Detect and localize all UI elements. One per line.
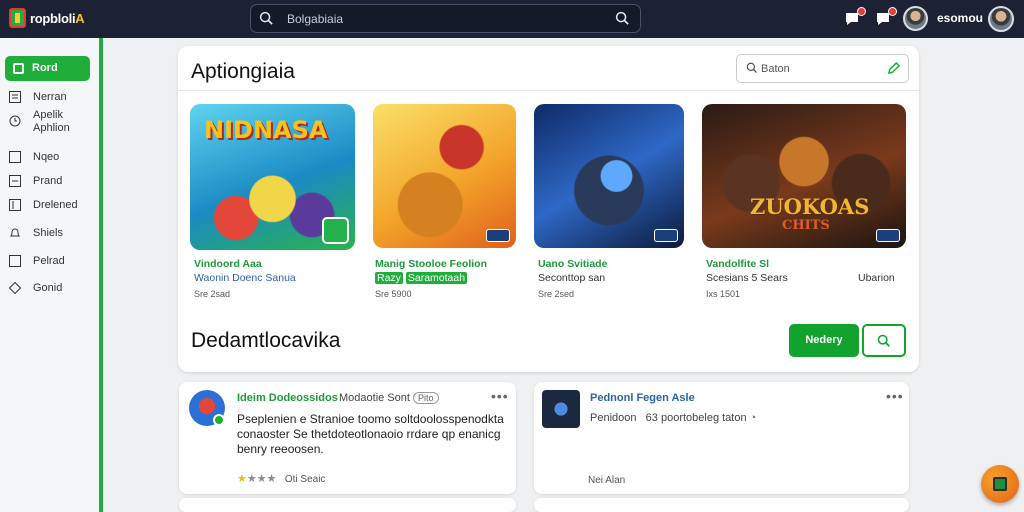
square-icon [9, 151, 21, 163]
post-rating: ★★★★ Oti Seaic [237, 473, 326, 485]
list-icon [9, 175, 21, 187]
app-logo[interactable]: ropbloliA [9, 8, 85, 28]
info-icon: ◔ [749, 412, 757, 424]
game-title[interactable]: Vandolfite Sl [706, 258, 769, 270]
game-subtitle: Razy Saramotaah [375, 272, 468, 284]
message-badge [888, 7, 897, 16]
star-icon: ★ [237, 473, 247, 485]
post-subtitle: Penidoon 63 poortobeleg taton ◔ [590, 412, 757, 424]
panel-search-input[interactable]: Baton [736, 54, 909, 83]
sidebar-item-label: Prand [33, 175, 63, 187]
badge-icon [876, 229, 900, 242]
game-subtitle: Waonin Doenc Sanua [194, 272, 296, 284]
game-title[interactable]: Uano Svitiade [538, 258, 607, 270]
edit-icon[interactable] [887, 62, 900, 75]
star-icon: ★ [256, 473, 267, 485]
messages-icon[interactable] [875, 7, 897, 26]
post-meta: Nei Alan [588, 475, 626, 486]
section-primary-button[interactable]: Nedery [789, 324, 859, 357]
game-subtitle: Scesians 5 Sears [706, 272, 788, 284]
top-bar: ropbloliA Bolgabiaia esomou [0, 0, 1024, 38]
logo-icon [9, 8, 26, 28]
feed-post[interactable] [179, 498, 516, 512]
more-options-icon[interactable]: ••• [491, 388, 509, 404]
game-card[interactable]: NIDNASA Vindoord Aaa Waonin Doenc Sanua … [190, 104, 355, 299]
sidebar-item-home[interactable]: Rord [5, 56, 90, 81]
game-thumbnail[interactable] [373, 104, 516, 248]
floating-action-button[interactable] [981, 465, 1019, 503]
post-subtitle: Modaotie Sont Pito [339, 392, 439, 404]
game-title[interactable]: Manig Stooloe Feolion [375, 258, 487, 270]
game-art-subtitle: CHITS [782, 218, 830, 233]
game-art-title: ZUOKOAS [750, 194, 870, 219]
more-options-icon[interactable]: ••• [886, 388, 904, 404]
badge-icon [486, 229, 510, 242]
notifications-icon[interactable] [844, 7, 866, 26]
sidebar-item-label: Drelened [33, 199, 78, 211]
post-body: Pseplenien e Stranioe toomo soltdoolossp… [237, 412, 504, 456]
clock-icon [9, 115, 21, 127]
book-icon [993, 477, 1007, 491]
profile-avatar[interactable] [988, 6, 1014, 32]
sidebar-item-label: Pelrad [33, 255, 65, 267]
feed-post[interactable]: Ideim Dodeossidos Modaotie Sont Pito •••… [179, 382, 516, 494]
game-thumbnail[interactable]: NIDNASA [190, 104, 355, 250]
diamond-icon [9, 282, 21, 294]
game-card[interactable]: ZUOKOAS CHITS Vandolfite Sl Scesians 5 S… [702, 104, 906, 299]
global-search-placeholder: Bolgabiaia [287, 12, 344, 26]
game-card[interactable]: Manig Stooloe Feolion Razy Saramotaah Sr… [373, 104, 516, 299]
square-icon [13, 63, 24, 74]
game-title[interactable]: Vindoord Aaa [194, 258, 262, 270]
square-icon [9, 255, 21, 267]
sidebar-item-label: Gonid [33, 282, 63, 294]
global-search[interactable]: Bolgabiaia [250, 4, 641, 33]
logo-text: ropbloliA [30, 10, 85, 26]
post-title[interactable]: Pednonl Fegen Asle [590, 392, 695, 404]
sidebar-item-label: Nerran [33, 91, 67, 103]
book-icon [9, 199, 21, 211]
post-title[interactable]: Ideim Dodeossidos [237, 392, 338, 404]
list-icon [9, 91, 21, 103]
sidebar-item-label: Shiels [33, 227, 63, 239]
search-icon [259, 11, 273, 25]
notification-badge [857, 7, 866, 16]
panel-search-placeholder: Baton [761, 63, 790, 75]
search-icon [746, 62, 757, 73]
username[interactable]: esomou [937, 11, 983, 25]
feed-post[interactable]: Pednonl Fegen Asle Penidoon 63 poortobel… [534, 382, 909, 494]
sidebar-item-label: Apelik Aphlion [33, 109, 70, 134]
star-icon: ★ [266, 473, 277, 485]
sidebar-item-label: Rord [32, 62, 58, 74]
game-meta: Sre 2sed [538, 289, 575, 299]
game-thumbnail[interactable] [534, 104, 684, 248]
game-subtitle: Seconttop san [538, 272, 606, 284]
verified-icon [213, 414, 225, 426]
play-icon[interactable] [322, 217, 349, 244]
game-meta: Ixs 1501 [706, 289, 741, 299]
section-search-button[interactable] [862, 324, 906, 357]
panel-title: Aptiongiaia [191, 60, 295, 83]
featured-panel: Aptiongiaia Baton NIDNASA Vindoord Aaa W… [178, 46, 919, 372]
search-icon[interactable] [615, 11, 630, 26]
search-icon [877, 334, 890, 347]
game-card[interactable]: Uano Svitiade Seconttop san Sre 2sed [534, 104, 684, 299]
game-meta: Sre 5900 [375, 289, 412, 299]
badge-icon [654, 229, 678, 242]
game-art-title: NIDNASA [204, 116, 328, 144]
section-title: Dedamtlocavika [191, 329, 341, 352]
sidebar: Rord Nerran Apelik Aphlion Nqeo Prand Dr… [0, 38, 103, 512]
game-meta: Sre 2sad [194, 289, 231, 299]
user-avatar[interactable] [903, 6, 928, 31]
post-chip: Pito [413, 392, 439, 404]
game-subtitle-right: Ubarion [858, 272, 895, 284]
bell-icon [9, 228, 21, 237]
feed-post[interactable] [534, 498, 909, 512]
star-icon: ★ [246, 473, 257, 485]
game-thumbnail[interactable]: ZUOKOAS CHITS [702, 104, 906, 248]
panel-divider [178, 90, 919, 91]
sidebar-item-label: Nqeo [33, 151, 60, 163]
post-thumbnail[interactable] [542, 390, 580, 428]
